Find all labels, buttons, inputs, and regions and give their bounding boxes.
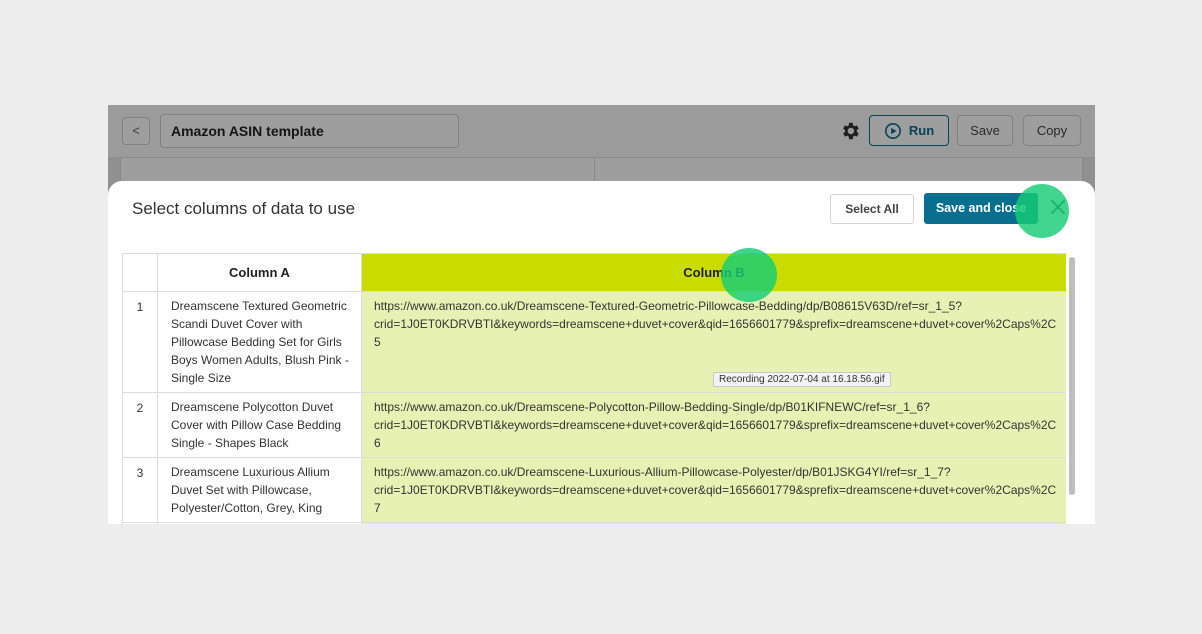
table-row: 1 Dreamscene Textured Geometric Scandi D… <box>122 291 1066 393</box>
table-row: 2 Dreamscene Polycotton Duvet Cover with… <box>122 392 1066 458</box>
column-a-cell: Dreamscene Luxurious Allium Duvet Set wi… <box>157 457 362 523</box>
table-row: 3 Dreamscene Luxurious Allium Duvet Set … <box>122 457 1066 523</box>
table-row <box>122 522 1066 524</box>
select-columns-modal: Select columns of data to use Select All… <box>108 181 1095 524</box>
row-number: 2 <box>122 392 158 458</box>
recording-tooltip: Recording 2022-07-04 at 16.18.56.gif <box>713 372 891 387</box>
vertical-scrollbar[interactable] <box>1069 257 1075 495</box>
column-b-cell: https://www.amazon.co.uk/Dreamscene-Luxu… <box>361 457 1066 523</box>
column-b-cell <box>361 522 1066 524</box>
column-a-header[interactable]: Column A <box>157 253 362 292</box>
row-number: 1 <box>122 291 158 393</box>
columns-table: Column A Column B 1 Dreamscene Textured … <box>122 253 1066 524</box>
column-a-cell <box>157 522 362 524</box>
row-number: 3 <box>122 457 158 523</box>
close-icon[interactable] <box>1047 196 1069 218</box>
data-grid: Column A Column B 1 Dreamscene Textured … <box>122 253 1066 524</box>
column-a-cell: Dreamscene Textured Geometric Scandi Duv… <box>157 291 362 393</box>
column-b-header[interactable]: Column B <box>361 253 1066 292</box>
app-window: < Amazon ASIN template Run Save Copy Sel… <box>108 105 1095 524</box>
save-and-close-button[interactable]: Save and close <box>924 193 1038 224</box>
row-number <box>122 522 158 524</box>
select-all-button[interactable]: Select All <box>830 194 914 224</box>
column-a-cell: Dreamscene Polycotton Duvet Cover with P… <box>157 392 362 458</box>
modal-title: Select columns of data to use <box>132 199 356 218</box>
column-b-cell: https://www.amazon.co.uk/Dreamscene-Poly… <box>361 392 1066 458</box>
row-number-header <box>122 253 158 292</box>
